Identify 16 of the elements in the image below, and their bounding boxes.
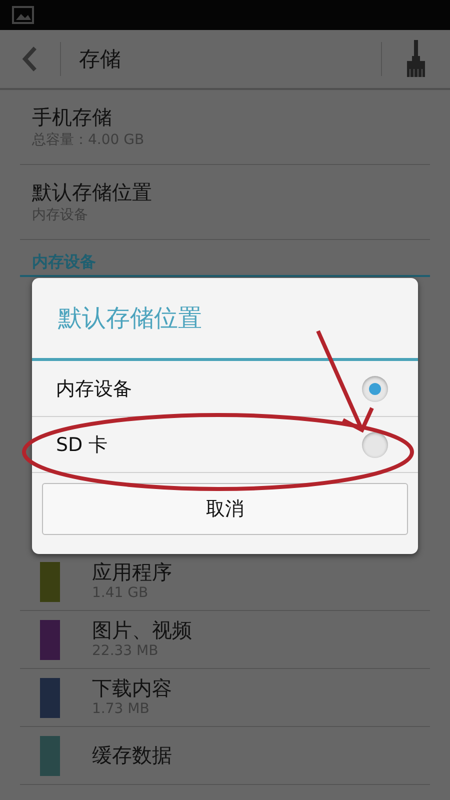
page-title: 存储 — [78, 46, 122, 73]
picture-icon — [12, 6, 34, 24]
setting-title[interactable]: 默认存储位置 — [32, 179, 418, 205]
storage-option[interactable]: 内存设备 — [32, 361, 418, 417]
cancel-button[interactable]: 取消 — [42, 483, 408, 535]
back-icon[interactable] — [22, 46, 38, 72]
storage-category[interactable]: 下载内容 — [92, 677, 172, 700]
storage-category[interactable]: 缓存数据 — [92, 744, 172, 767]
storage-option[interactable]: SD 卡 — [32, 417, 418, 473]
brush-icon[interactable] — [405, 39, 427, 79]
radio-button[interactable] — [362, 376, 388, 402]
setting-title[interactable]: 手机存储 — [32, 104, 418, 130]
radio-button[interactable] — [362, 432, 388, 458]
dialog-title: 默认存储位置 — [32, 278, 418, 361]
storage-category[interactable]: 图片、视频 — [92, 619, 192, 642]
storage-category[interactable]: 应用程序 — [92, 561, 172, 584]
